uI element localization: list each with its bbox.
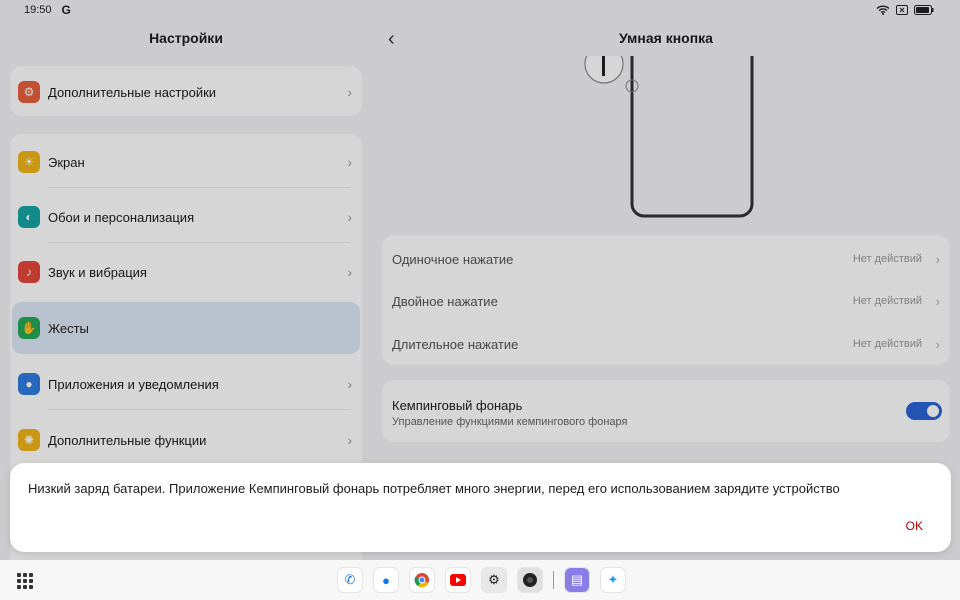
- app-drawer-icon[interactable]: [17, 573, 33, 589]
- camera-icon[interactable]: [517, 567, 543, 593]
- dock-divider: [553, 571, 554, 589]
- taskbar-dock: ✆ ● ⚙ ▤ ✦: [0, 560, 960, 600]
- chrome-icon[interactable]: [409, 567, 435, 593]
- ok-button[interactable]: OK: [906, 519, 923, 533]
- notes-icon[interactable]: ▤: [564, 567, 590, 593]
- low-battery-dialog: Низкий заряд батареи. Приложение Кемпинг…: [10, 463, 951, 552]
- dialog-message: Низкий заряд батареи. Приложение Кемпинг…: [28, 481, 840, 496]
- assistant-icon[interactable]: ✦: [600, 567, 626, 593]
- messages-icon[interactable]: ●: [373, 567, 399, 593]
- phone-icon[interactable]: ✆: [337, 567, 363, 593]
- dock-apps: ✆ ● ⚙ ▤ ✦: [337, 567, 626, 593]
- youtube-icon[interactable]: [445, 567, 471, 593]
- settings-icon[interactable]: ⚙: [481, 567, 507, 593]
